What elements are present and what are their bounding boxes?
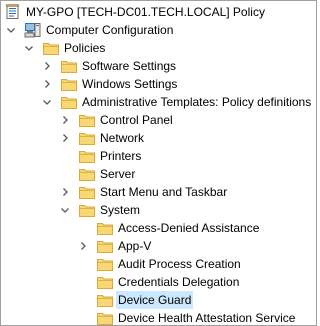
folder-icon xyxy=(78,147,96,165)
chevron-right-icon[interactable] xyxy=(59,114,71,126)
folder-icon xyxy=(78,183,96,201)
tree-node-software-settings[interactable]: Software Settings xyxy=(1,57,316,75)
tree-node-label: App-V xyxy=(118,239,152,253)
tree-node-windows-settings[interactable]: Windows Settings xyxy=(1,75,316,93)
folder-icon xyxy=(60,57,78,75)
tree-node-network[interactable]: Network xyxy=(1,129,316,147)
tree-node-server[interactable]: Server xyxy=(1,165,316,183)
chevron-right-icon[interactable] xyxy=(59,132,71,144)
folder-icon xyxy=(96,219,114,237)
tree-node-label: Start Menu and Taskbar xyxy=(100,185,228,199)
tree-node-printers[interactable]: Printers xyxy=(1,147,316,165)
tree-node-device-health-attestation-service[interactable]: Device Health Attestation Service xyxy=(1,309,316,325)
chevron-down-icon[interactable] xyxy=(23,42,35,54)
tree-node-administrative-templates-policy-definitions[interactable]: Administrative Templates: Policy definit… xyxy=(1,93,316,111)
tree-node-start-menu-and-taskbar[interactable]: Start Menu and Taskbar xyxy=(1,183,316,201)
tree-node-label: Control Panel xyxy=(100,113,173,127)
tree-node-credentials-delegation[interactable]: Credentials Delegation xyxy=(1,273,316,291)
tree-node-label: Audit Process Creation xyxy=(118,257,241,271)
tree-node-label: Network xyxy=(100,131,145,145)
gpo-scroll-icon xyxy=(4,3,22,21)
tree-node-label: Administrative Templates: Policy definit… xyxy=(82,95,312,109)
chevron-right-icon[interactable] xyxy=(41,60,53,72)
tree-node-label: Access-Denied Assistance xyxy=(118,221,260,235)
folder-icon xyxy=(78,111,96,129)
folder-icon xyxy=(96,273,114,291)
chevron-down-icon[interactable] xyxy=(5,24,17,36)
tree-node-label: Device Health Attestation Service xyxy=(118,311,296,325)
folder-icon xyxy=(96,291,114,309)
tree-node-label: MY-GPO [TECH-DC01.TECH.LOCAL] Policy xyxy=(26,5,265,19)
folder-icon xyxy=(96,237,114,255)
chevron-right-icon[interactable] xyxy=(77,240,89,252)
folder-icon xyxy=(96,309,114,325)
tree-node-device-guard[interactable]: Device Guard xyxy=(1,291,316,309)
tree-node-label: System xyxy=(100,203,141,217)
chevron-right-icon[interactable] xyxy=(59,186,71,198)
folder-icon xyxy=(42,39,60,57)
tree-node-label: Software Settings xyxy=(82,59,177,73)
tree-node-control-panel[interactable]: Control Panel xyxy=(1,111,316,129)
folder-icon xyxy=(78,165,96,183)
tree-node-label: Policies xyxy=(64,41,106,55)
tree-node-label: Windows Settings xyxy=(82,77,178,91)
chevron-right-icon[interactable] xyxy=(41,78,53,90)
folder-icon xyxy=(60,75,78,93)
tree-node-label: Device Guard xyxy=(116,291,194,309)
tree-node-my-gpo-tech-dc01-tech-local-policy[interactable]: MY-GPO [TECH-DC01.TECH.LOCAL] Policy xyxy=(1,3,316,21)
tree-node-audit-process-creation[interactable]: Audit Process Creation xyxy=(1,255,316,273)
tree-node-computer-configuration[interactable]: Computer Configuration xyxy=(1,21,316,39)
chevron-down-icon[interactable] xyxy=(41,96,53,108)
gpo-tree-view[interactable]: MY-GPO [TECH-DC01.TECH.LOCAL] Policy Com… xyxy=(0,0,317,326)
tree-node-system[interactable]: System xyxy=(1,201,316,219)
tree-node-label: Computer Configuration xyxy=(46,23,174,37)
tree-node-label: Printers xyxy=(100,149,142,163)
folder-icon xyxy=(78,129,96,147)
folder-icon xyxy=(78,201,96,219)
folder-icon xyxy=(60,93,78,111)
tree-node-label: Credentials Delegation xyxy=(118,275,240,289)
tree-node-label: Server xyxy=(100,167,136,181)
tree-node-policies[interactable]: Policies xyxy=(1,39,316,57)
folder-icon xyxy=(96,255,114,273)
chevron-down-icon[interactable] xyxy=(59,204,71,216)
tree-node-app-v[interactable]: App-V xyxy=(1,237,316,255)
computer-icon xyxy=(24,21,42,39)
tree-node-access-denied-assistance[interactable]: Access-Denied Assistance xyxy=(1,219,316,237)
